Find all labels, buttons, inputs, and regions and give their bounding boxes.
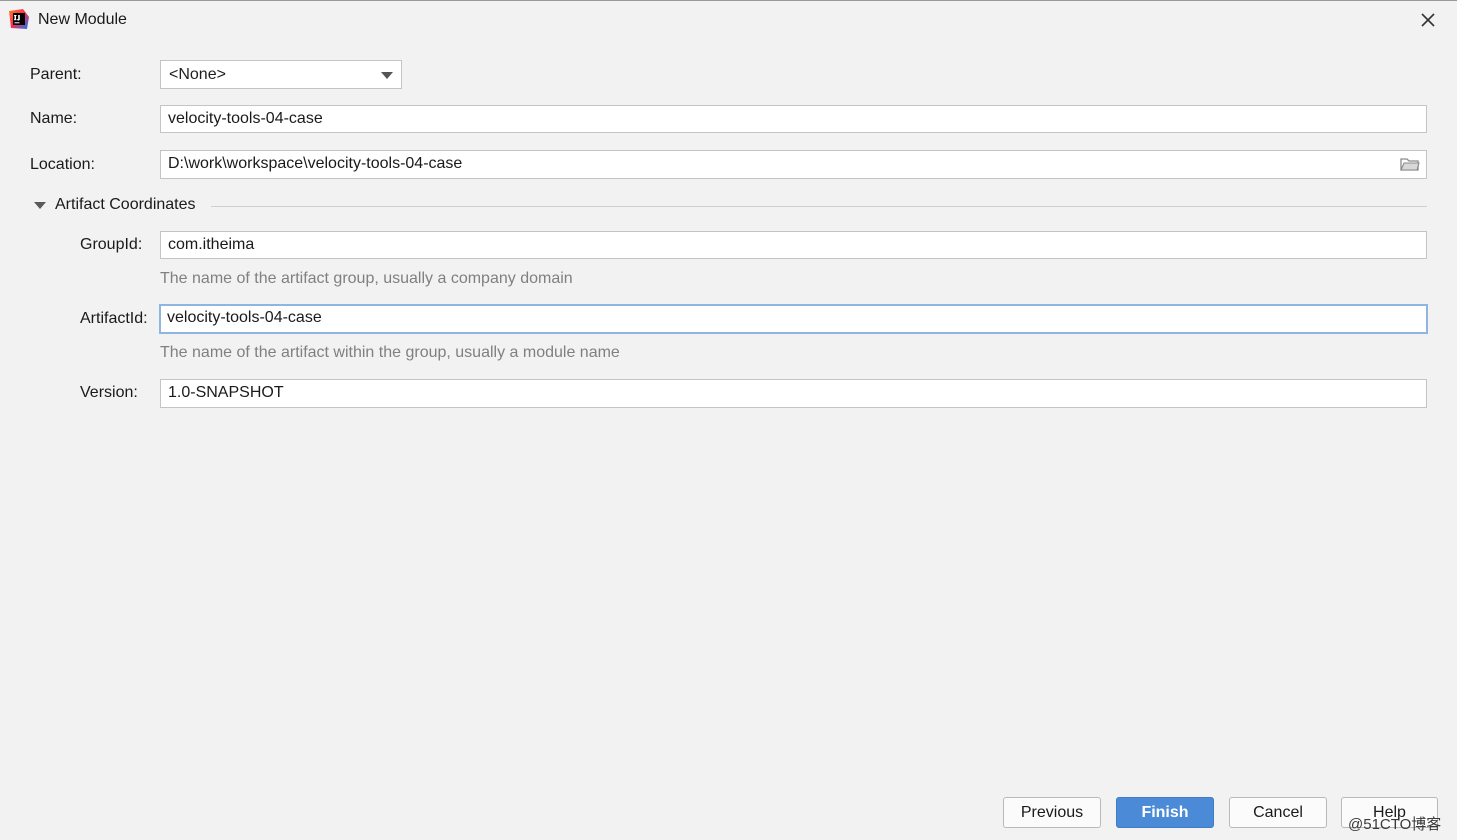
- artifactid-label: ArtifactId:: [80, 310, 148, 327]
- name-input[interactable]: velocity-tools-04-case: [160, 105, 1427, 133]
- watermark: @51CTO博客: [1348, 816, 1442, 833]
- dialog-title: New Module: [38, 11, 127, 28]
- chevron-down-icon: [381, 72, 393, 79]
- groupid-hint: The name of the artifact group, usually …: [160, 270, 573, 287]
- title-bar: New Module: [0, 1, 1457, 39]
- groupid-label: GroupId:: [80, 236, 143, 253]
- location-label: Location:: [30, 156, 95, 173]
- previous-button[interactable]: Previous: [1003, 797, 1101, 828]
- artifactid-hint: The name of the artifact within the grou…: [160, 344, 620, 361]
- groupid-input[interactable]: com.itheima: [160, 231, 1427, 259]
- new-module-dialog: New Module Parent: <None> Name: velocity…: [0, 0, 1457, 840]
- version-input[interactable]: 1.0-SNAPSHOT: [160, 379, 1427, 408]
- close-icon[interactable]: [1416, 9, 1440, 31]
- version-label: Version:: [80, 384, 138, 401]
- collapse-triangle-icon[interactable]: [34, 202, 46, 209]
- location-input[interactable]: D:\work\workspace\velocity-tools-04-case: [160, 150, 1427, 179]
- cancel-button[interactable]: Cancel: [1229, 797, 1327, 828]
- location-value: D:\work\workspace\velocity-tools-04-case: [168, 155, 463, 172]
- artifactid-input[interactable]: velocity-tools-04-case: [159, 304, 1428, 334]
- parent-value: <None>: [169, 66, 226, 83]
- artifact-coordinates-header[interactable]: Artifact Coordinates: [34, 195, 1427, 215]
- finish-button[interactable]: Finish: [1116, 797, 1214, 828]
- parent-dropdown[interactable]: <None>: [160, 60, 402, 89]
- name-label: Name:: [30, 110, 78, 127]
- section-divider: [211, 206, 1427, 207]
- folder-icon[interactable]: [1400, 156, 1420, 172]
- intellij-idea-icon: [9, 9, 29, 29]
- parent-label: Parent:: [30, 66, 82, 83]
- artifact-coordinates-title: Artifact Coordinates: [55, 196, 196, 213]
